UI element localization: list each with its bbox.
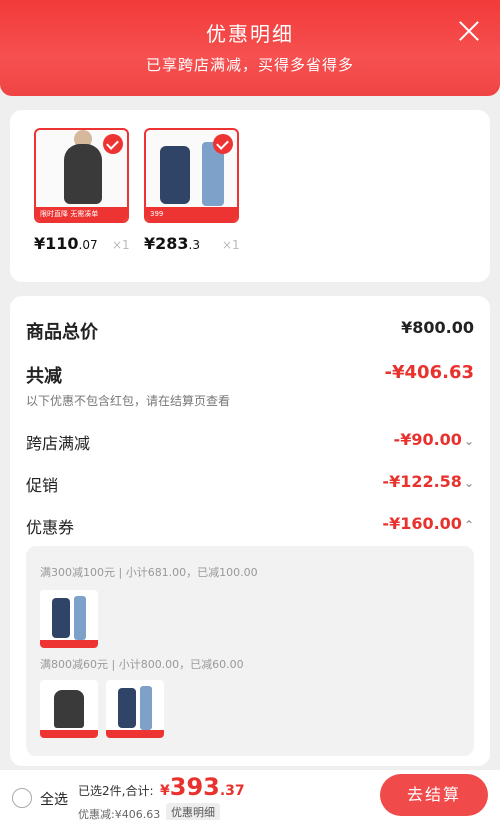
coupon-product-thumb: [106, 680, 164, 738]
discount-value: -¥160.00 ⌃: [382, 514, 474, 533]
reduce-label: 共减: [26, 366, 62, 387]
selected-check-icon: [103, 134, 123, 154]
product-price: ¥110.07: [34, 234, 98, 253]
coupon-product-thumb: [40, 680, 98, 738]
product-banner: 399: [146, 207, 237, 221]
select-all-radio[interactable]: [12, 788, 32, 808]
selected-summary: 已选2件,合计:: [78, 784, 154, 798]
discount-row-promotion[interactable]: 促销 -¥122.58 ⌄: [26, 472, 474, 495]
reduced-amount: 优惠减:¥406.63: [78, 808, 161, 820]
product-price: ¥283.3: [144, 234, 200, 253]
total-label: 商品总价: [26, 322, 98, 343]
chevron-down-icon: ⌄: [463, 434, 474, 448]
discount-label: 跨店满减: [26, 434, 91, 453]
page-subtitle: 已享跨店满减，买得多省得多: [145, 56, 354, 74]
product-thumbnail: 限时直降 无需凑单: [34, 128, 129, 223]
reduce-value: -¥406.63: [384, 362, 474, 383]
close-icon[interactable]: [458, 20, 480, 42]
coupon-line: 满300减100元 | 小计681.00，已减100.00: [40, 566, 258, 579]
chevron-down-icon: ⌄: [463, 476, 474, 490]
discount-label: 促销: [26, 476, 59, 495]
discount-detail-button[interactable]: 优惠明细: [166, 803, 220, 820]
product-thumbnail: 399: [144, 128, 239, 223]
coupon-product-thumb: [40, 590, 98, 648]
product-card: 限时直降 无需凑单 ¥110.07 ×1 399 ¥283.3 ×1: [10, 110, 490, 282]
discount-value: -¥122.58 ⌄: [382, 472, 474, 491]
chevron-up-icon: ⌃: [463, 518, 474, 532]
selected-check-icon: [213, 134, 233, 154]
total-value: ¥800.00: [401, 318, 474, 337]
select-all-label[interactable]: 全选: [40, 789, 68, 809]
discount-note: 以下优惠不包含红包，请在结算页查看: [26, 394, 231, 408]
checkout-button[interactable]: 去结算: [380, 774, 488, 816]
discount-summary-card: 商品总价 ¥800.00 共减 -¥406.63 以下优惠不包含红包，请在结算页…: [10, 296, 490, 766]
product-banner: 限时直降 无需凑单: [36, 207, 127, 221]
total-amount: ¥393.37: [160, 773, 245, 801]
page-title: 优惠明细: [206, 22, 294, 46]
checkout-bar: 全选 已选2件,合计: ¥393.37 优惠减:¥406.63 优惠明细 去结算: [0, 770, 500, 820]
coupon-line: 满800减60元 | 小计800.00，已减60.00: [40, 658, 244, 671]
discount-row-cross-store[interactable]: 跨店满减 -¥90.00 ⌄: [26, 430, 474, 453]
coupon-detail-box: 满300减100元 | 小计681.00，已减100.00 满800减60元 |…: [26, 546, 474, 756]
header-banner: 优惠明细 已享跨店满减，买得多省得多: [0, 0, 500, 96]
discount-value: -¥90.00 ⌄: [393, 430, 474, 449]
discount-row-coupon[interactable]: 优惠券 -¥160.00 ⌃: [26, 514, 474, 537]
product-item-1[interactable]: 限时直降 无需凑单: [34, 128, 129, 223]
product-qty: ×1: [222, 238, 240, 252]
product-qty: ×1: [112, 238, 130, 252]
product-item-2[interactable]: 399: [144, 128, 239, 223]
discount-label: 优惠券: [26, 518, 75, 537]
